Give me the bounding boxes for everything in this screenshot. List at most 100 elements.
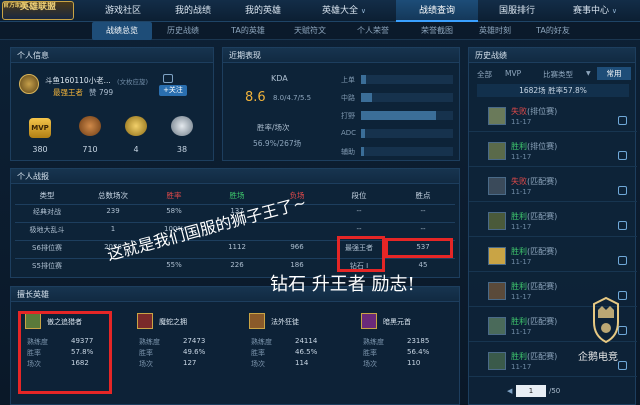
- tab-heroes[interactable]: TA的英雄: [220, 22, 276, 40]
- history-summary: 1682场 胜率57.8%: [477, 84, 629, 97]
- lol-logo[interactable]: 英雄联盟 官方助手: [2, 1, 74, 20]
- match-mode: (匹配赛): [527, 247, 558, 256]
- match-date: 11-17: [511, 328, 532, 336]
- prev-page-icon[interactable]: ◀: [507, 387, 512, 395]
- nav-my-heroes[interactable]: 我的英雄: [232, 0, 294, 22]
- filter-all[interactable]: 全部: [477, 69, 492, 80]
- hero-highlight-box: [18, 311, 112, 394]
- follow-button[interactable]: +关注: [159, 85, 187, 96]
- nav-my-record[interactable]: 我的战绩: [162, 0, 224, 22]
- kda-label: KDA: [271, 74, 288, 83]
- match-date: 11-17: [511, 258, 532, 266]
- table-cell: 1112: [228, 243, 246, 251]
- badge-count: 4: [133, 145, 139, 154]
- hero-card[interactable]: 法外狂徒 熟练度 24114 胜率 46.5% 场次 114: [245, 309, 349, 399]
- role-bar-track: [361, 147, 453, 156]
- filter-type[interactable]: 比赛类型: [543, 69, 573, 80]
- history-row[interactable]: 胜利(匹配赛) 11-17: [469, 207, 637, 237]
- tab-moments[interactable]: 英雄时刻: [470, 22, 520, 40]
- nav-label: 赛事中心: [572, 6, 609, 16]
- match-mode: (排位赛): [527, 107, 558, 116]
- result-label: 胜利: [511, 247, 527, 256]
- tab-history[interactable]: 历史战绩: [158, 22, 208, 40]
- tab-screenshots[interactable]: 荣誉截图: [412, 22, 462, 40]
- table-cell: S6排位赛: [32, 244, 62, 252]
- table-cell: --: [420, 225, 426, 233]
- hero-stat-value: 114: [295, 359, 309, 367]
- history-row[interactable]: 失败(排位赛) 11-17: [469, 102, 637, 132]
- row-divider: [15, 204, 455, 205]
- player-tag: (文枚应旋): [117, 78, 149, 86]
- table-cell: 966: [290, 243, 304, 251]
- champion-thumbnail: [488, 352, 506, 370]
- hero-stat-label: 场次: [139, 360, 153, 368]
- copy-icon[interactable]: [163, 74, 173, 83]
- silver-medal-icon: [171, 116, 193, 136]
- match-date: 11-17: [511, 118, 532, 126]
- personal-info-panel: 个人信息 斗鱼160110小老... (文枚应旋) 最强王者 赞 799 +关注…: [10, 47, 214, 161]
- table-header: 类型: [39, 191, 55, 200]
- player-rank: 最强王者: [53, 88, 83, 97]
- hero-stat-value: 110: [407, 359, 421, 367]
- match-date: 11-17: [511, 188, 532, 196]
- table-header: 总数场次: [98, 191, 128, 200]
- table-header: 胜率: [166, 191, 182, 200]
- result-label: 胜利: [511, 142, 527, 151]
- table-cell: 239: [106, 207, 120, 215]
- nav-record-search[interactable]: 战绩查询: [396, 0, 478, 22]
- nav-community[interactable]: 游戏社区: [92, 0, 154, 22]
- hero-name: 法外狂徒: [271, 318, 299, 326]
- table-cell: 186: [290, 261, 304, 269]
- details-icon[interactable]: [618, 221, 627, 230]
- page-input[interactable]: 1: [516, 385, 546, 397]
- history-row[interactable]: 失败(匹配赛) 11-17: [469, 172, 637, 202]
- nav-label: 我的英雄: [244, 6, 281, 16]
- tab-honor[interactable]: 个人荣誉: [348, 22, 398, 40]
- nav-server-rank[interactable]: 国服排行: [484, 0, 550, 22]
- history-row[interactable]: 胜利(匹配赛) 11-17: [469, 242, 637, 272]
- result-label: 胜利: [511, 317, 527, 326]
- match-date: 11-17: [511, 153, 532, 161]
- details-icon[interactable]: [618, 186, 627, 195]
- result-label: 胜利: [511, 352, 527, 361]
- tab-friends[interactable]: TA的好友: [528, 22, 578, 40]
- bronze-medal-icon: [79, 116, 101, 136]
- details-icon[interactable]: [618, 116, 627, 125]
- app-window: 英雄联盟 官方助手 游戏社区 我的战绩 我的英雄 英雄大全 ∨ 战绩查询 国服排…: [0, 0, 640, 405]
- hero-card[interactable]: 魔蛇之拥 熟练度 27473 胜率 49.6% 场次 127: [133, 309, 237, 399]
- table-cell: --: [420, 207, 426, 215]
- tab-runes[interactable]: 天赋符文: [282, 22, 338, 40]
- chevron-down-icon: ∨: [360, 7, 366, 15]
- hero-stat-label: 熟练度: [139, 338, 160, 346]
- role-bar-track: [361, 93, 453, 102]
- panel-title: 近期表现: [229, 51, 261, 60]
- tab-overview[interactable]: 战绩总览: [92, 22, 152, 40]
- like-count[interactable]: 赞 799: [89, 87, 113, 98]
- table-cell: 45: [418, 261, 428, 269]
- nav-label: 我的战绩: [174, 6, 211, 16]
- filter-common[interactable]: 常用: [597, 67, 631, 80]
- table-cell: 经典对战: [33, 208, 61, 216]
- details-icon[interactable]: [618, 256, 627, 265]
- chevron-down-icon: ∨: [611, 7, 617, 15]
- mvp-count: 380: [32, 145, 48, 154]
- match-result: 胜利(匹配赛): [511, 351, 557, 362]
- caption-line2: 钻石 升王者 励志!: [270, 274, 415, 295]
- table-cell: 226: [230, 261, 244, 269]
- panel-title: 历史战绩: [475, 51, 507, 60]
- nav-hero-list[interactable]: 英雄大全 ∨: [300, 0, 388, 22]
- details-icon[interactable]: [618, 151, 627, 160]
- filter-mvp[interactable]: MVP: [505, 69, 521, 78]
- match-date: 11-17: [511, 223, 532, 231]
- history-row[interactable]: 胜利(排位赛) 11-17: [469, 137, 637, 167]
- hero-card[interactable]: 暗黑元首 熟练度 23185 胜率 56.4% 场次 110: [357, 309, 461, 399]
- match-mode: (匹配赛): [527, 282, 558, 291]
- role-label: 中路: [341, 94, 355, 102]
- winrate-label: 胜率/场次: [257, 123, 290, 132]
- role-bar-track: [361, 75, 453, 84]
- table-header: 胜点: [415, 191, 431, 200]
- nav-esports[interactable]: 赛事中心 ∨: [554, 0, 636, 22]
- page-total: /50: [549, 387, 561, 395]
- kda-detail: 8.0/4.7/5.5: [273, 94, 312, 102]
- match-mode: (匹配赛): [527, 317, 558, 326]
